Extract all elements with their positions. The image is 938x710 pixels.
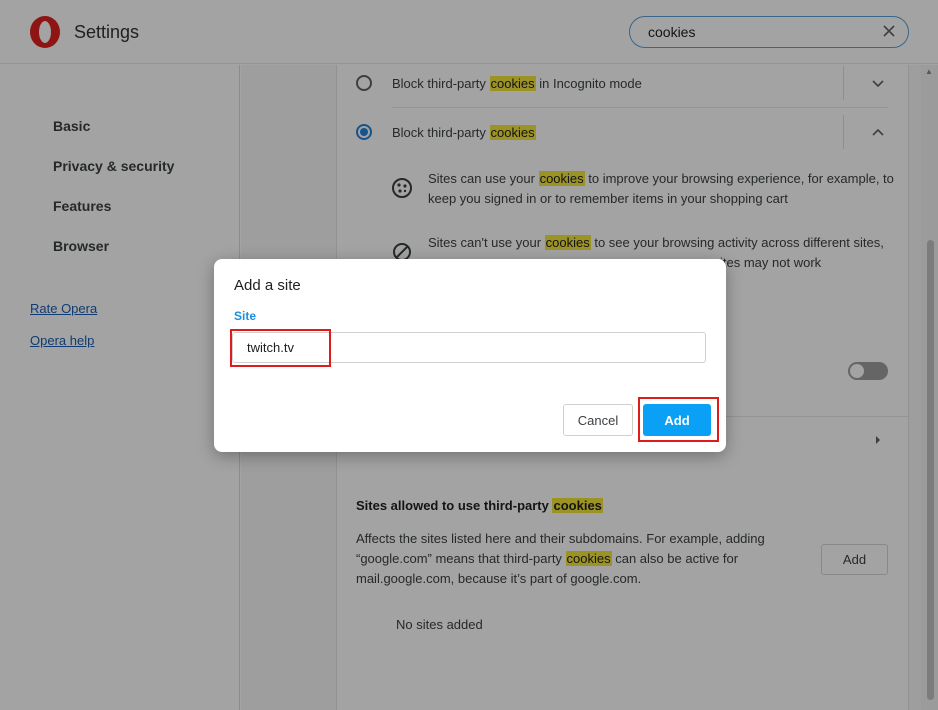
add-button[interactable]: Add bbox=[643, 404, 711, 436]
site-input[interactable] bbox=[232, 332, 706, 363]
site-field-label: Site bbox=[234, 309, 257, 323]
add-site-dialog: Add a site Site Cancel Add bbox=[214, 259, 726, 452]
dialog-title: Add a site bbox=[234, 277, 301, 294]
cancel-button[interactable]: Cancel bbox=[563, 404, 633, 436]
